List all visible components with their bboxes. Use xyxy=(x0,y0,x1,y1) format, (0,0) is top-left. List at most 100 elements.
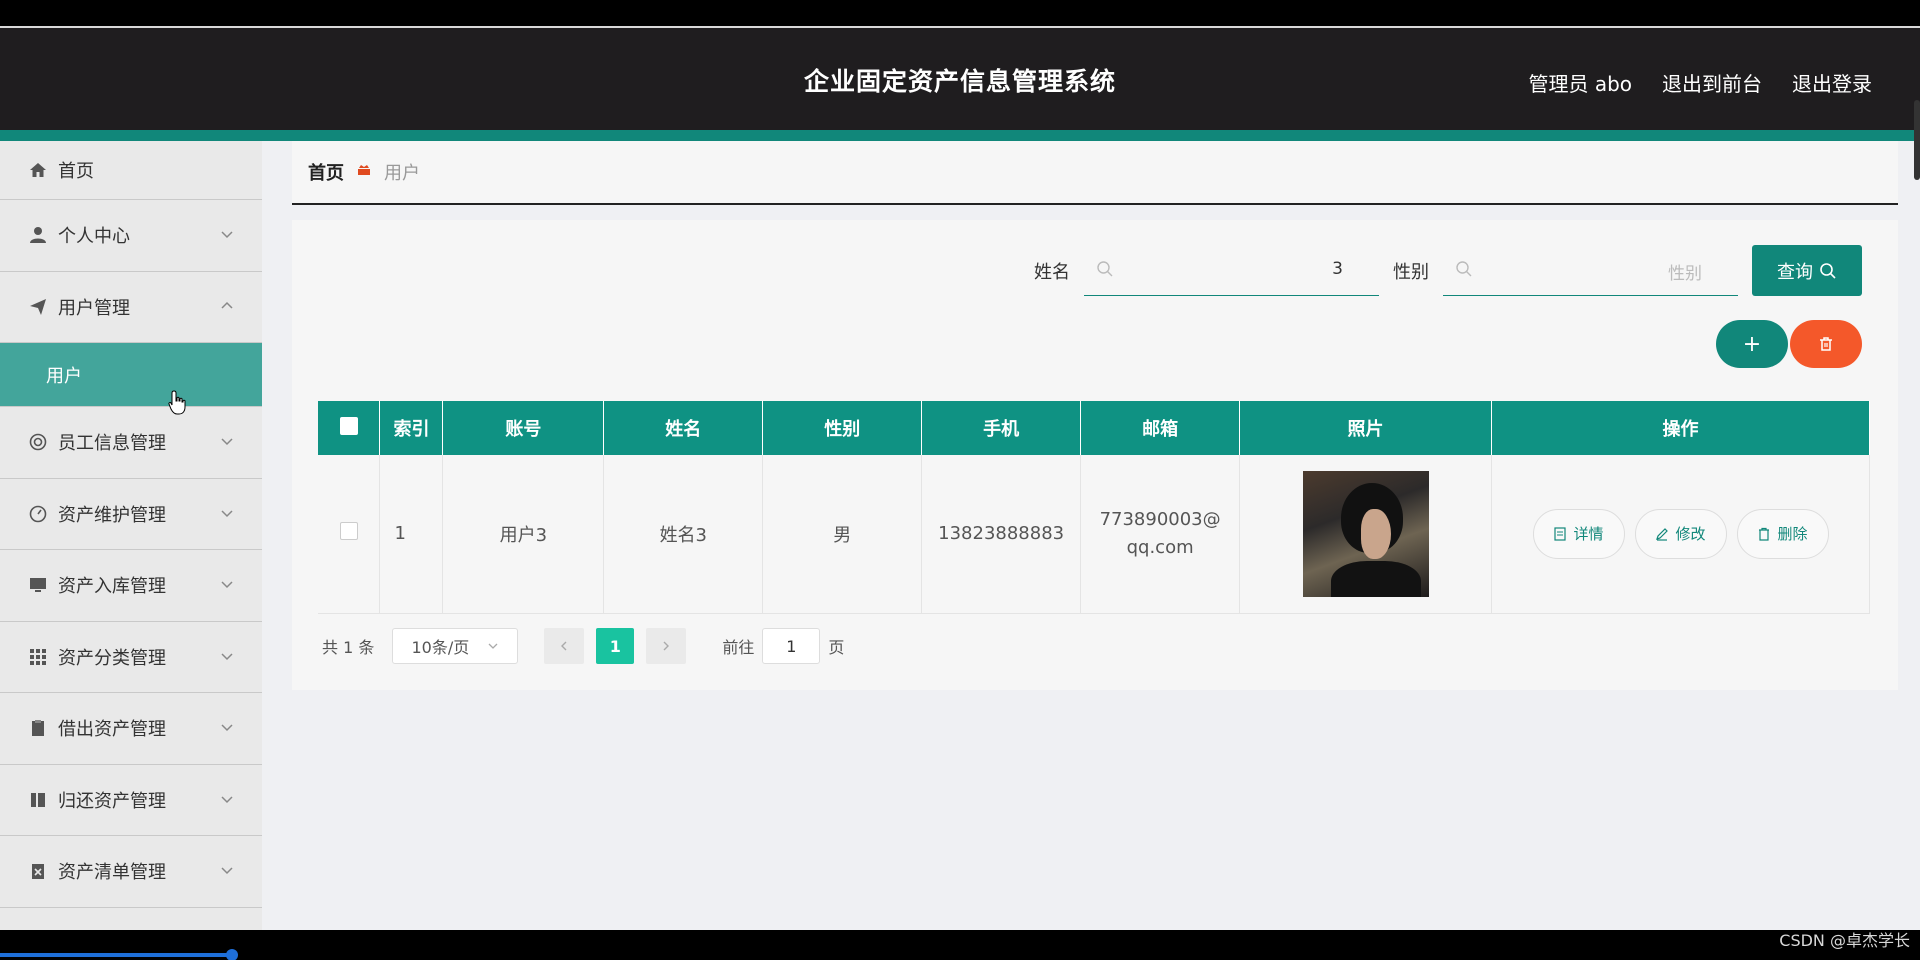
delete-button-label: 删除 xyxy=(1777,525,1808,544)
chevron-down-icon xyxy=(221,724,233,732)
progress-knob[interactable] xyxy=(226,949,238,960)
current-user: 管理员 abo xyxy=(1528,68,1632,97)
photo-face xyxy=(1360,508,1391,559)
user-role: 管理员 xyxy=(1528,72,1589,96)
chevron-down-icon xyxy=(221,796,233,803)
column-header-email: 邮箱 xyxy=(1080,401,1241,455)
cell-actions: 详情 修改 删除 xyxy=(1491,455,1870,614)
select-all-header[interactable] xyxy=(318,401,381,455)
page-size-value: 10条/页 xyxy=(411,638,470,657)
email-text: 773890003@qq.com xyxy=(1099,508,1221,558)
cell-index: 1 xyxy=(379,455,444,614)
goto-suffix: 页 xyxy=(828,638,845,657)
gauge-icon xyxy=(28,504,48,524)
sidebar-item-asset-category[interactable]: 资产分类管理 xyxy=(0,622,262,693)
logout-link[interactable]: 退出登录 xyxy=(1792,68,1872,97)
monitor-icon xyxy=(28,575,48,595)
sex-search-input[interactable]: 性别 xyxy=(1443,245,1738,296)
document-icon xyxy=(1554,527,1567,541)
column-header-photo: 照片 xyxy=(1239,401,1492,455)
sidebar-item-label: 借出资产管理 xyxy=(58,719,166,741)
top-strip xyxy=(0,0,1920,28)
select-all-checkbox[interactable] xyxy=(339,416,358,435)
sidebar-item-profile[interactable]: 个人中心 xyxy=(0,200,262,272)
cell-sex: 男 xyxy=(762,455,923,614)
name-search-input[interactable]: 3 xyxy=(1084,245,1379,296)
breadcrumb-current: 用户 xyxy=(384,163,420,184)
header-accent-bar xyxy=(0,130,1920,141)
edit-button[interactable]: 修改 xyxy=(1634,508,1727,559)
prev-page-button[interactable] xyxy=(544,628,585,664)
pagination: 共 1 条 10条/页 1 前往 1 页 xyxy=(322,628,844,664)
add-button[interactable]: + xyxy=(1716,320,1788,368)
sex-filter-label: 性别 xyxy=(1393,261,1429,283)
page-number-current[interactable]: 1 xyxy=(596,628,635,664)
column-header-phone: 手机 xyxy=(921,401,1082,455)
sidebar-item-employee[interactable]: 员工信息管理 xyxy=(0,407,262,479)
detail-button-label: 详情 xyxy=(1573,525,1604,544)
bulk-actions: + xyxy=(1716,320,1862,368)
mouse-cursor-icon xyxy=(168,390,186,415)
chevron-down-icon xyxy=(488,643,498,649)
search-icon xyxy=(1097,261,1113,277)
header-actions: 管理员 abo 退出到前台 退出登录 xyxy=(1528,68,1872,97)
breadcrumb-home[interactable]: 首页 xyxy=(308,159,344,185)
query-button[interactable]: 查询 xyxy=(1752,245,1862,296)
sidebar-item-label: 个人中心 xyxy=(58,226,130,248)
plus-icon: + xyxy=(1742,331,1762,357)
table-row: 1 用户3 姓名3 男 13823888883 773890003@qq.com xyxy=(318,455,1870,614)
column-header-index: 索引 xyxy=(379,401,444,455)
row-checkbox[interactable] xyxy=(339,522,358,541)
chevron-up-icon xyxy=(221,301,233,309)
column-header-name: 姓名 xyxy=(603,401,764,455)
main-content: 首页 用户 姓名 3 性别 性别 查询 + 索引 账号 姓名 性别 手机 邮箱 … xyxy=(262,141,1920,930)
chevron-down-icon xyxy=(221,231,233,239)
exit-to-front-link[interactable]: 退出到前台 xyxy=(1662,68,1762,97)
clipboard-icon xyxy=(28,718,48,738)
name-filter-label: 姓名 xyxy=(1034,261,1070,283)
watermark: CSDN @卓杰学长 xyxy=(1779,931,1910,950)
page-scrollbar[interactable] xyxy=(1914,100,1920,180)
row-select-cell[interactable] xyxy=(318,455,381,614)
sidebar-item-label: 资产维护管理 xyxy=(58,504,166,526)
sidebar-item-asset-list[interactable]: 资产清单管理 xyxy=(0,836,262,908)
sidebar-item-asset-lending[interactable]: 借出资产管理 xyxy=(0,693,262,765)
chevron-down-icon xyxy=(221,510,233,517)
app-header: 企业固定资产信息管理系统 管理员 abo 退出到前台 退出登录 xyxy=(0,28,1920,130)
row-actions: 详情 修改 删除 xyxy=(1492,508,1869,559)
goto-page-input[interactable]: 1 xyxy=(762,628,821,664)
grid-icon xyxy=(28,647,48,667)
user-name: abo xyxy=(1594,72,1632,96)
column-header-actions: 操作 xyxy=(1491,401,1870,455)
breadcrumb: 首页 用户 xyxy=(292,141,1898,205)
sex-search-placeholder: 性别 xyxy=(1668,264,1702,284)
cell-phone: 13823888883 xyxy=(921,455,1082,614)
chevron-left-icon xyxy=(561,641,567,651)
book-icon xyxy=(28,790,48,810)
sidebar-item-home[interactable]: 首页 xyxy=(0,141,262,200)
sidebar-item-label: 首页 xyxy=(58,161,94,182)
lifebuoy-icon xyxy=(28,432,48,452)
delete-button[interactable]: 删除 xyxy=(1736,508,1829,559)
next-page-button[interactable] xyxy=(646,628,687,664)
table-header-row: 索引 账号 姓名 性别 手机 邮箱 照片 操作 xyxy=(318,401,1870,455)
batch-delete-button[interactable] xyxy=(1790,320,1862,368)
chevron-down-icon xyxy=(221,867,233,875)
sidebar-item-asset-maintenance[interactable]: 资产维护管理 xyxy=(0,479,262,550)
user-icon xyxy=(28,225,48,245)
trash-icon xyxy=(1820,337,1832,351)
page-size-select[interactable]: 10条/页 xyxy=(392,628,519,664)
sidebar-item-label: 资产入库管理 xyxy=(58,576,166,598)
column-header-account: 账号 xyxy=(442,401,605,455)
sidebar-item-asset-return[interactable]: 归还资产管理 xyxy=(0,765,262,836)
sidebar-item-user-management[interactable]: 用户管理 xyxy=(0,272,262,343)
sidebar-item-label: 归还资产管理 xyxy=(58,790,166,812)
content-panel: 姓名 3 性别 性别 查询 + 索引 账号 姓名 性别 手机 邮箱 照片 操作 … xyxy=(292,220,1898,690)
user-photo[interactable] xyxy=(1302,470,1429,597)
goto-prefix: 前往 xyxy=(722,638,755,657)
sidebar-item-label: 资产清单管理 xyxy=(58,862,166,884)
sidebar-subitem-user[interactable]: 用户 xyxy=(0,343,262,407)
chevron-down-icon xyxy=(221,581,233,589)
sidebar-item-asset-inbound[interactable]: 资产入库管理 xyxy=(0,550,262,622)
detail-button[interactable]: 详情 xyxy=(1532,508,1625,559)
